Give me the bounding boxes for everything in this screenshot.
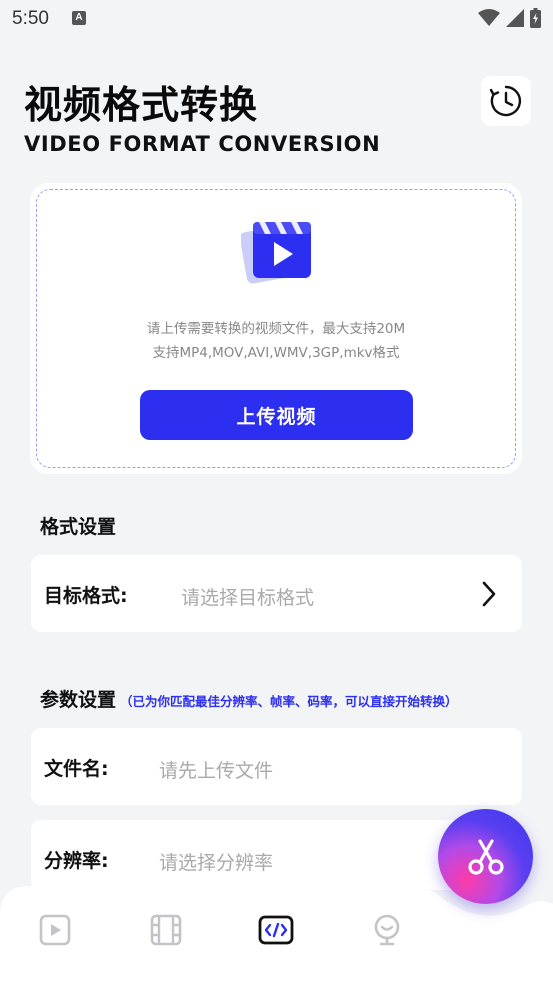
history-button[interactable] bbox=[481, 76, 531, 126]
play-icon bbox=[39, 914, 71, 946]
target-format-label: 目标格式: bbox=[44, 585, 128, 607]
resolution-label: 分辨率: bbox=[44, 850, 109, 872]
page-subtitle: VIDEO FORMAT CONVERSION bbox=[24, 132, 381, 156]
a-letter-icon: A bbox=[72, 11, 86, 25]
format-settings-title: 格式设置 bbox=[40, 516, 117, 538]
upload-video-button[interactable]: 上传视频 bbox=[140, 390, 413, 440]
chevron-right-icon bbox=[482, 581, 496, 607]
video-clapper-icon bbox=[241, 222, 311, 284]
upload-card[interactable]: 请上传需要转换的视频文件，最大支持20M 支持MP4,MOV,AVI,WMV,3… bbox=[30, 183, 522, 474]
target-format-placeholder: 请选择目标格式 bbox=[181, 587, 315, 609]
status-icons bbox=[478, 8, 541, 28]
upload-hint-size: 请上传需要转换的视频文件，最大支持20M bbox=[146, 321, 406, 337]
param-settings-label: 参数设置 bbox=[40, 689, 117, 711]
upload-hint-formats: 支持MP4,MOV,AVI,WMV,3GP,mkv格式 bbox=[152, 345, 400, 361]
status-bar: 5:50 A bbox=[0, 0, 553, 36]
target-format-selector[interactable]: 目标格式: 请选择目标格式 bbox=[31, 555, 522, 632]
nav-item-code[interactable] bbox=[258, 912, 294, 948]
status-time: 5:50 bbox=[12, 8, 49, 29]
filename-field[interactable]: 文件名: 请先上传文件 bbox=[31, 728, 522, 805]
clock-history-icon bbox=[489, 85, 522, 117]
battery-charging-icon bbox=[530, 8, 541, 28]
code-icon bbox=[258, 915, 294, 945]
profile-icon bbox=[374, 914, 400, 946]
nav-item-play[interactable] bbox=[37, 912, 73, 948]
nav-item-film[interactable] bbox=[148, 912, 184, 948]
film-icon bbox=[150, 914, 182, 946]
filename-label: 文件名: bbox=[44, 758, 109, 780]
nav-item-profile[interactable] bbox=[369, 912, 405, 948]
resolution-placeholder: 请选择分辨率 bbox=[159, 852, 274, 874]
wifi-icon bbox=[478, 9, 500, 26]
param-settings-note: （已为你匹配最佳分辨率、帧率、码率，可以直接开始转换） bbox=[120, 694, 458, 709]
convert-fab-button[interactable] bbox=[438, 809, 533, 904]
filename-placeholder: 请先上传文件 bbox=[159, 760, 274, 782]
signal-icon bbox=[506, 9, 524, 27]
param-settings-title: 参数设置 （已为你匹配最佳分辨率、帧率、码率，可以直接开始转换） bbox=[40, 685, 458, 712]
page-title: 视频格式转换 bbox=[24, 83, 259, 127]
scissors-icon bbox=[467, 838, 504, 875]
